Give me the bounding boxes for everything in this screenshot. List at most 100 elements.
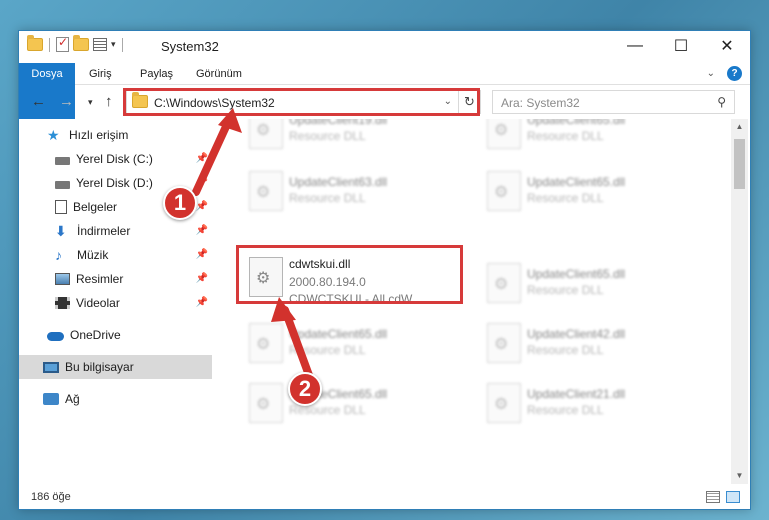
tab-home[interactable]: Giriş [89,63,112,85]
drive-icon [55,156,70,165]
list-item[interactable]: UpdateClient65.dll Resource DLL [477,163,707,219]
tab-view[interactable]: Görünüm [196,63,242,85]
pin-icon: 📌 [195,153,208,164]
file-type: Resource DLL [527,191,604,205]
close-button[interactable]: ✕ [704,31,750,61]
recent-locations-chevron-icon[interactable]: ▾ [88,97,93,108]
list-item[interactable]: UpdateClient21.dll Resource DLL [477,375,707,431]
tab-share[interactable]: Paylaş [140,63,173,85]
sidebar-item-label: OneDrive [70,328,121,342]
folder-icon [27,35,43,51]
list-item[interactable]: UpdateClient42.dll Resource DLL [477,315,707,371]
list-item[interactable]: UpdateClient63.dll Resource DLL [239,163,469,219]
minimize-button[interactable]: — [612,31,658,61]
file-type: Resource DLL [527,343,604,357]
sidebar-item-pictures[interactable]: Resimler 📌 [19,267,212,291]
status-bar: 186 öğe [19,486,750,510]
scroll-up-icon[interactable]: ▲ [731,119,748,135]
video-icon [55,297,70,309]
file-type: Resource DLL [527,129,604,143]
help-icon[interactable]: ? [727,66,742,81]
pin-icon: 📌 [195,201,208,212]
sidebar-item-downloads[interactable]: ⬇ İndirmeler 📌 [19,219,212,243]
window-title: System32 [161,39,219,54]
sidebar-item-local-disk-c[interactable]: Yerel Disk (C:) 📌 [19,147,212,171]
music-icon: ♪ [55,247,62,263]
search-box[interactable]: Ara: System32 ⚲ [492,90,735,114]
sidebar-item-label: Müzik [77,248,109,262]
list-item[interactable]: UpdateClient65.dll Resource DLL [239,375,469,431]
back-arrow-icon[interactable]: ← [31,93,46,110]
search-icon[interactable]: ⚲ [717,95,726,109]
file-name: UpdateClient65.dll [527,175,626,189]
maximize-button[interactable]: ☐ [658,31,704,61]
list-item[interactable]: UpdateClient19.dll Resource DLL [239,119,469,157]
tiles-view-icon[interactable] [726,491,740,503]
item-count: 186 öğe [31,491,71,503]
dll-file-icon [487,171,521,211]
file-name: UpdateClient42.dll [527,327,626,341]
pin-icon: 📌 [195,249,208,260]
ribbon-right-controls: ⌄ ? [707,66,742,81]
drive-icon [55,180,70,189]
dll-file-icon [487,119,521,149]
customize-qat-chevron-down-icon[interactable]: ▾ [111,39,116,50]
separator [49,37,50,52]
file-type: Resource DLL [527,403,604,417]
scroll-down-icon[interactable]: ▼ [731,468,748,484]
sidebar-item-label: İndirmeler [77,224,131,238]
callout-1: 1 [163,186,197,220]
file-highlight-box [236,245,463,304]
cloud-icon [47,332,64,341]
new-folder-icon[interactable] [73,35,89,51]
sidebar-item-label: Yerel Disk (D:) [76,176,153,190]
sidebar-item-network[interactable]: Ağ [19,387,212,411]
pin-icon: 📌 [195,177,208,188]
expand-ribbon-chevron-icon[interactable]: ⌄ [707,68,715,79]
scrollbar-thumb[interactable] [734,139,745,189]
file-type: Resource DLL [527,283,604,297]
file-name: UpdateClient19.dll [289,119,388,127]
file-name: UpdateClient65.dll [289,327,388,341]
view-switcher [706,491,740,503]
view-properties-icon[interactable] [93,38,107,51]
quick-access-toolbar: ▾ [27,35,125,52]
ribbon-tabs: Dosya Giriş Paylaş Görünüm ⌄ ? [19,63,750,119]
file-name: UpdateClient63.dll [289,175,388,189]
forward-arrow-icon[interactable]: → [59,93,74,110]
sidebar-item-videos[interactable]: Videolar 📌 [19,291,212,315]
sidebar-item-quick-access[interactable]: ★ Hızlı erişim [19,123,212,147]
sidebar-item-onedrive[interactable]: OneDrive [19,323,212,347]
document-icon [55,200,67,214]
network-icon [43,393,59,405]
sidebar-item-label: Yerel Disk (C:) [76,152,153,166]
file-type: Resource DLL [289,343,366,357]
sidebar-item-label: Ağ [65,392,80,406]
vertical-scrollbar[interactable]: ▲ ▼ [731,119,748,484]
sidebar-item-label: Videolar [76,296,120,310]
callout-2: 2 [288,372,322,406]
list-item[interactable]: UpdateClient65.dll Resource DLL [477,255,707,311]
list-item[interactable]: UpdateClient65.dll Resource DLL [477,119,707,157]
list-item[interactable]: UpdateClient65.dll Resource DLL [239,315,469,371]
window-controls: — ☐ ✕ [612,31,750,61]
sidebar-item-label: Resimler [76,272,124,286]
pin-icon: 📌 [195,225,208,236]
file-name: UpdateClient21.dll [527,387,626,401]
pin-icon: 📌 [195,297,208,308]
up-arrow-icon[interactable]: ↑ [105,93,113,110]
dll-file-icon [249,171,283,211]
computer-icon [43,361,59,373]
star-icon: ★ [47,127,60,143]
details-view-icon[interactable] [706,491,720,503]
sidebar-item-this-pc[interactable]: Bu bilgisayar [19,355,212,379]
file-type: Resource DLL [289,129,366,143]
sidebar-item-label: Bu bilgisayar [65,360,134,374]
dll-file-icon [487,263,521,303]
navigation-pane: ★ Hızlı erişim Yerel Disk (C:) 📌 Yerel D… [19,119,212,484]
separator [121,37,123,52]
pin-icon: 📌 [195,273,208,284]
search-placeholder[interactable]: Ara: System32 [501,96,580,110]
sidebar-item-music[interactable]: ♪ Müzik 📌 [19,243,212,267]
properties-check-icon[interactable] [56,35,69,52]
